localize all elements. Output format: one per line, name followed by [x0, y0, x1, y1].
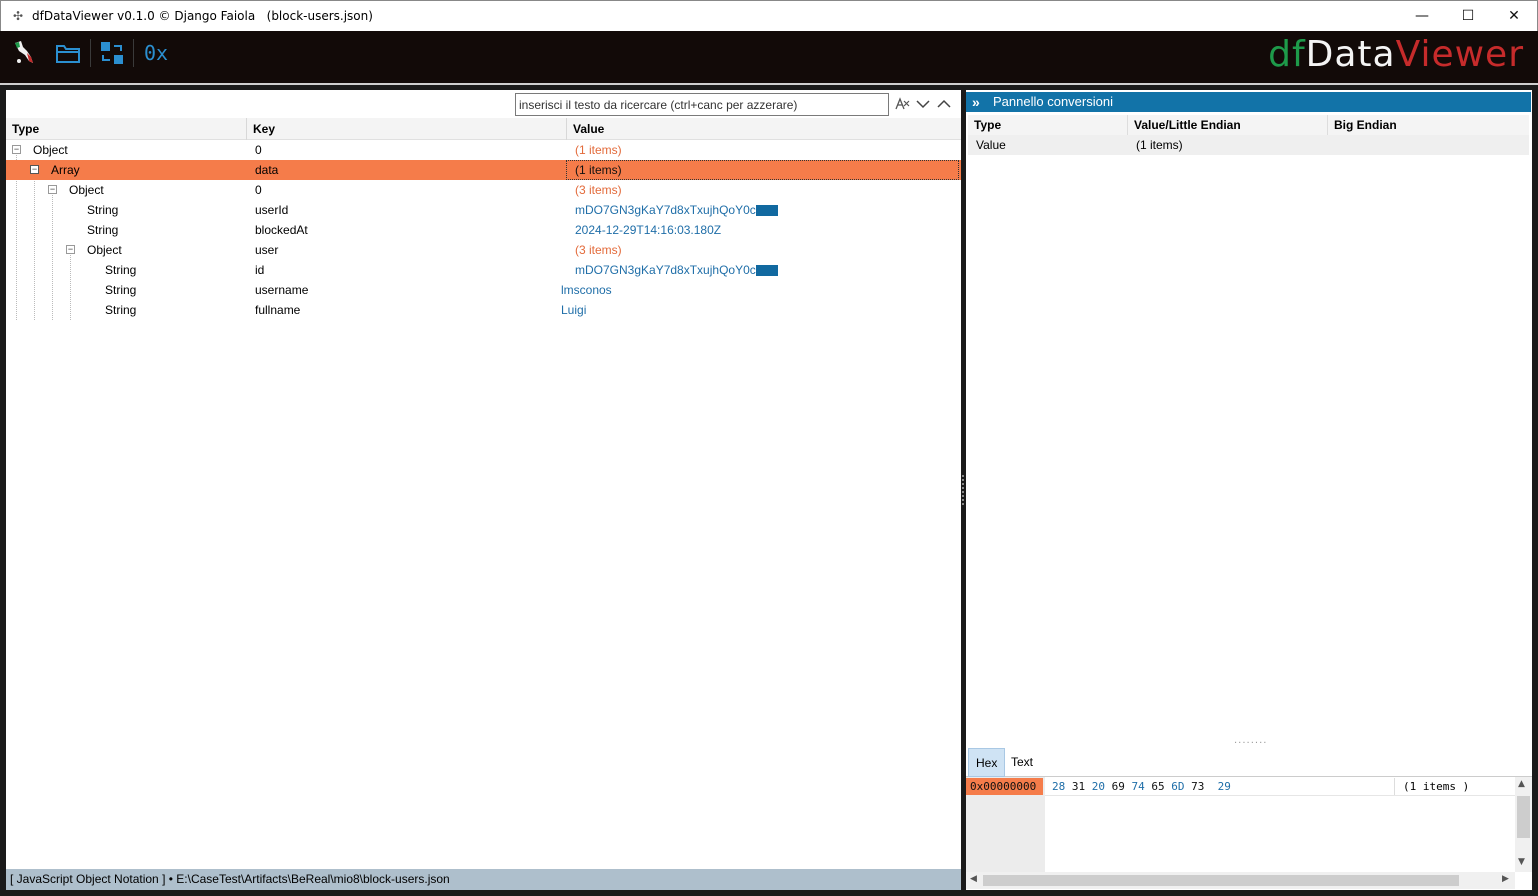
- row-type: String: [87, 203, 119, 217]
- tree-row[interactable]: − Object 0 (3 items): [6, 180, 961, 200]
- row-value: (1 items): [575, 163, 622, 177]
- conversions-header: Type Value/Little Endian Big Endian: [968, 115, 1529, 135]
- tree-row[interactable]: String blockedAt 2024-12-29T14:16:03.180…: [6, 220, 961, 240]
- conversions-panel: » Pannello conversioni Type Value/Little…: [966, 90, 1532, 890]
- row-value: lmsconos: [561, 283, 612, 297]
- tree-row[interactable]: String id mDO7GN3gKaY7d8xTxujhQoY0c: [6, 260, 961, 280]
- redaction-block: [755, 205, 778, 217]
- row-key: 0: [255, 183, 262, 197]
- close-button[interactable]: ✕: [1491, 1, 1537, 31]
- conversion-little-endian: (1 items): [1136, 138, 1183, 152]
- row-key: userId: [255, 203, 289, 217]
- row-type: String: [105, 303, 137, 317]
- collapse-icon[interactable]: −: [48, 185, 57, 194]
- hex-tabs: Hex Text: [966, 746, 1532, 777]
- tab-hex[interactable]: Hex: [968, 748, 1006, 777]
- row-type: Array: [51, 163, 80, 177]
- app-icon: ✣: [12, 9, 24, 23]
- row-type: Object: [69, 183, 104, 197]
- row-type: Object: [33, 143, 68, 157]
- conversions-panel-header[interactable]: » Pannello conversioni: [966, 92, 1531, 112]
- tree-header: Type Key Value: [6, 118, 961, 140]
- vertical-scrollbar[interactable]: ▲ ▼: [1515, 777, 1532, 872]
- splitter-grip-icon[interactable]: [962, 475, 964, 505]
- row-type: Object: [87, 243, 122, 257]
- row-key: username: [255, 283, 309, 297]
- column-header-big-endian[interactable]: Big Endian: [1328, 115, 1529, 135]
- maximize-icon: ☐: [1461, 8, 1475, 24]
- window-titlebar: ✣ dfDataViewer v0.1.0 © Django Faiola (b…: [0, 0, 1538, 31]
- redaction-block: [755, 265, 778, 277]
- conversion-type: Value: [976, 138, 1006, 152]
- scroll-right-icon[interactable]: ▶: [1502, 874, 1509, 884]
- row-value: (3 items): [575, 243, 622, 257]
- tree-row[interactable]: String userId mDO7GN3gKaY7d8xTxujhQoY0c: [6, 200, 961, 220]
- row-type: String: [105, 263, 137, 277]
- minimize-icon: —: [1415, 8, 1429, 24]
- status-bar: [ JavaScript Object Notation ] • E:\Case…: [6, 869, 961, 890]
- row-key: id: [255, 263, 265, 277]
- row-value: Luigi: [561, 303, 587, 317]
- hex-viewer[interactable]: 0x00000000 28 31 20 69 74 65 6D 73 29 (1…: [966, 777, 1532, 890]
- scroll-down-icon[interactable]: ▼: [1518, 857, 1525, 867]
- row-type: String: [105, 283, 137, 297]
- row-value: (3 items): [575, 183, 622, 197]
- row-value: mDO7GN3gKaY7d8xTxujhQoY0c: [575, 200, 778, 220]
- tree-row[interactable]: String fullname Luigi: [6, 300, 961, 320]
- tab-text[interactable]: Text: [1004, 748, 1040, 777]
- toolbar: 0x dfDataViewer: [0, 31, 1538, 83]
- hex-toggle-button[interactable]: 0x: [140, 39, 172, 67]
- tree-row[interactable]: − Object 0 (1 items): [6, 140, 961, 160]
- scroll-left-icon[interactable]: ◀: [970, 874, 977, 884]
- brand-logo: dfDataViewer: [1268, 34, 1524, 75]
- conversion-row[interactable]: Value (1 items): [968, 135, 1529, 155]
- collapse-icon[interactable]: −: [30, 165, 39, 174]
- row-key: data: [255, 163, 279, 177]
- row-value: 2024-12-29T14:16:03.180Z: [575, 223, 722, 237]
- tree-row[interactable]: String username lmsconos: [6, 280, 961, 300]
- row-key: user: [255, 243, 279, 257]
- double-chevron-right-icon[interactable]: »: [972, 92, 980, 112]
- hex-text: (1 items ): [1394, 778, 1514, 795]
- search-bar: [6, 90, 961, 118]
- chevron-up-icon[interactable]: [935, 95, 953, 113]
- row-key: blockedAt: [255, 223, 308, 237]
- row-key: fullname: [255, 303, 301, 317]
- horizontal-scrollbar[interactable]: ◀ ▶: [966, 872, 1515, 889]
- open-folder-icon[interactable]: [54, 39, 82, 67]
- maximize-button[interactable]: ☐: [1445, 1, 1491, 31]
- window-title: dfDataViewer v0.1.0 © Django Faiola (blo…: [32, 9, 373, 23]
- italy-logo-icon[interactable]: [10, 39, 38, 67]
- column-header-key[interactable]: Key: [247, 118, 567, 140]
- conversions-panel-title: Pannello conversioni: [993, 94, 1113, 109]
- convert-icon[interactable]: [98, 39, 126, 67]
- scroll-up-icon[interactable]: ▲: [1518, 779, 1525, 789]
- tree-row[interactable]: − Object user (3 items): [6, 240, 961, 260]
- toolbar-separator: [133, 39, 134, 67]
- search-input[interactable]: [515, 93, 889, 116]
- column-header-type[interactable]: Type: [6, 118, 247, 140]
- column-header-little-endian[interactable]: Value/Little Endian: [1128, 115, 1328, 135]
- toolbar-separator: [90, 39, 91, 67]
- hex-bytes: 28 31 20 69 74 65 6D 73 29: [1052, 780, 1231, 793]
- tree-panel: Type Key Value − Object 0 (1 items) − Ar…: [6, 90, 961, 890]
- column-header-value[interactable]: Value: [567, 118, 961, 140]
- row-key: 0: [255, 143, 262, 157]
- collapse-icon[interactable]: −: [66, 245, 75, 254]
- chevron-down-icon[interactable]: [914, 95, 932, 113]
- collapse-icon[interactable]: −: [12, 145, 21, 154]
- tree-row-selected[interactable]: − Array data (1 items): [6, 160, 961, 180]
- clear-filter-icon[interactable]: [893, 95, 911, 113]
- minimize-button[interactable]: —: [1399, 1, 1445, 31]
- row-value: (1 items): [575, 143, 622, 157]
- row-type: String: [87, 223, 119, 237]
- column-header-type[interactable]: Type: [968, 115, 1128, 135]
- close-icon: ✕: [1508, 8, 1520, 24]
- hex-address: 0x00000000: [966, 778, 1043, 795]
- row-value: mDO7GN3gKaY7d8xTxujhQoY0c: [575, 260, 778, 280]
